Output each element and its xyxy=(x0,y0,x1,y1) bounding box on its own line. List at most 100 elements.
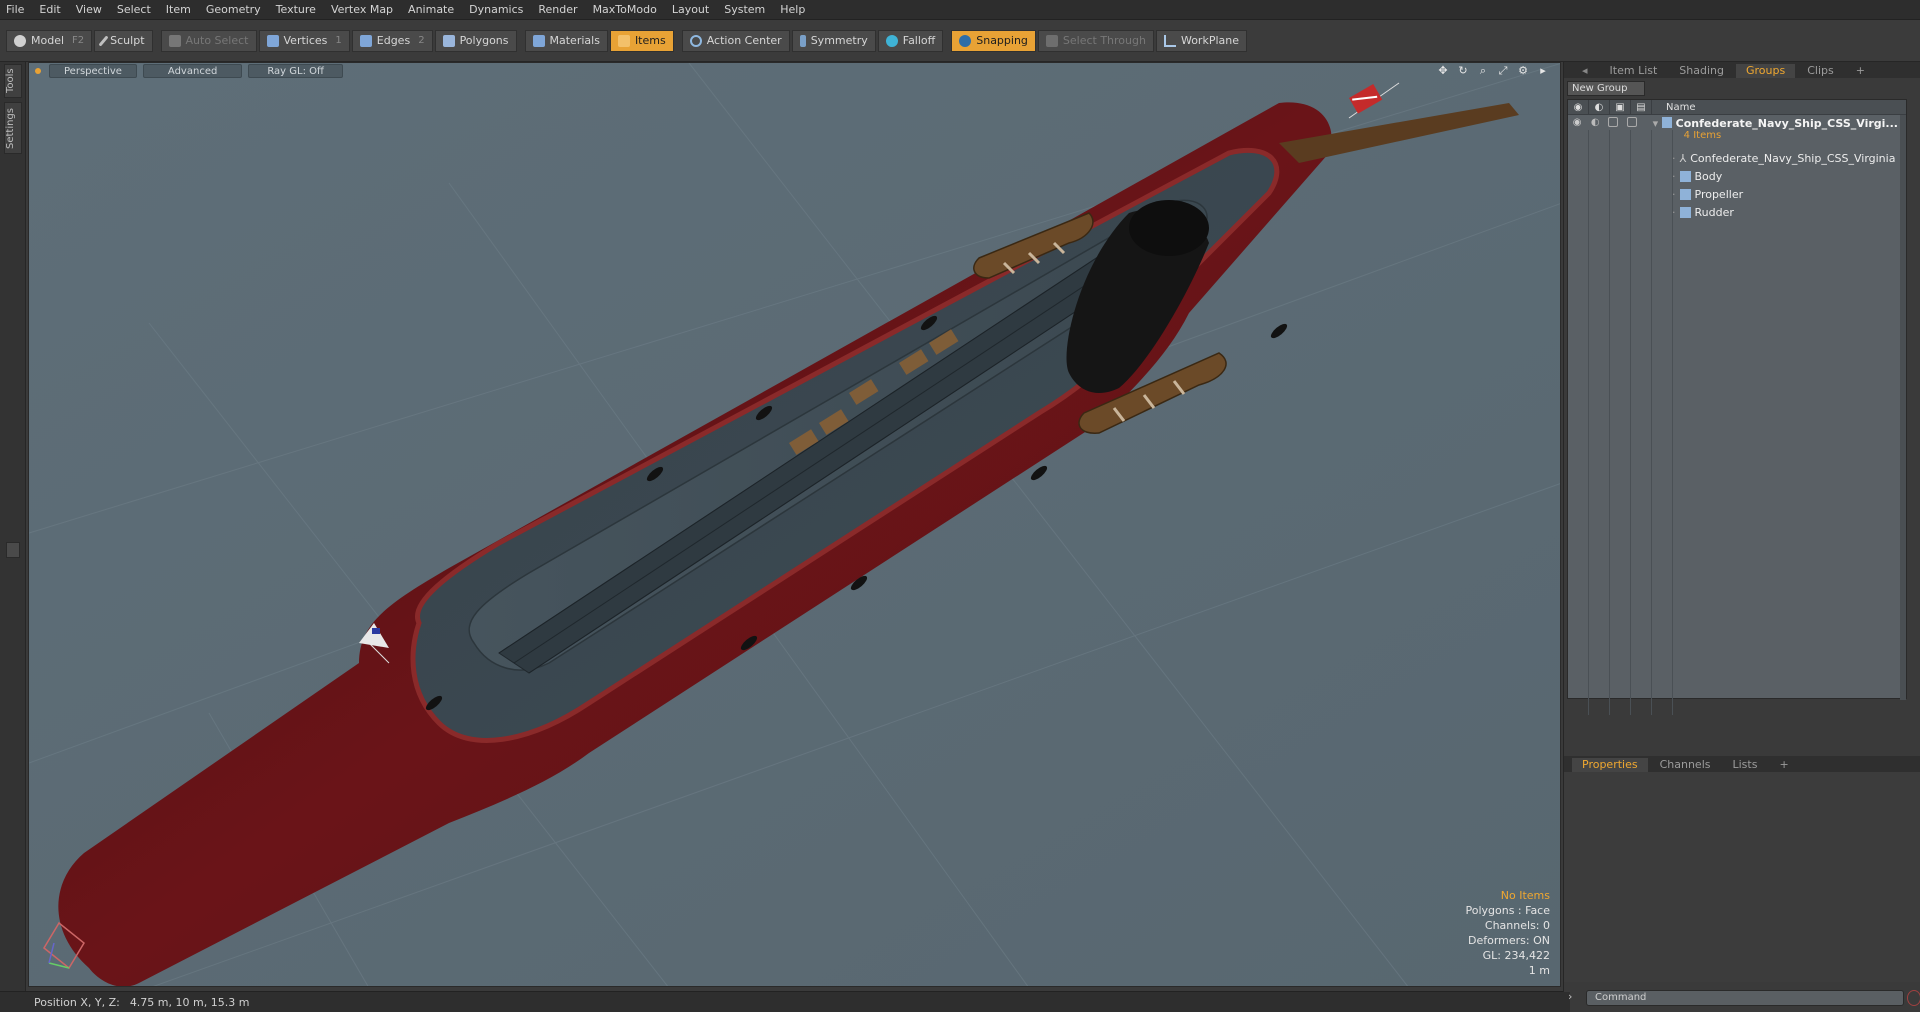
viewport-status-icon xyxy=(35,68,41,74)
materials-label: Materials xyxy=(549,34,600,47)
tab-groups[interactable]: Groups xyxy=(1735,64,1796,78)
panel-menu-arrow-icon[interactable]: ◂ xyxy=(1572,64,1598,78)
menu-render[interactable]: Render xyxy=(538,3,577,16)
tools-tab[interactable]: Tools xyxy=(4,64,22,98)
status-bar: Position X, Y, Z: 4.75 m, 10 m, 15.3 m xyxy=(0,991,1570,1012)
menu-layout[interactable]: Layout xyxy=(672,3,709,16)
settings-tab[interactable]: Settings xyxy=(4,102,22,154)
symmetry-button[interactable]: Symmetry xyxy=(791,29,876,52)
tab-lists[interactable]: Lists xyxy=(1723,758,1768,772)
auto-select-label: Auto Select xyxy=(185,34,249,47)
maximize-icon[interactable]: ⤢ xyxy=(1496,65,1510,77)
falloff-button[interactable]: Falloff xyxy=(877,29,944,52)
lock-column-icon[interactable]: ▣ xyxy=(1610,99,1631,115)
edges-button[interactable]: Edges 2 xyxy=(351,29,433,52)
pan-icon[interactable]: ✥ xyxy=(1436,65,1450,77)
hud-selection: No Items xyxy=(1500,889,1550,902)
menu-file[interactable]: File xyxy=(6,3,24,16)
tab-properties[interactable]: Properties xyxy=(1572,758,1648,772)
action-center-icon xyxy=(689,34,702,47)
polygons-button[interactable]: Polygons xyxy=(434,29,517,52)
select-through-button[interactable]: Select Through xyxy=(1037,29,1154,52)
menu-help[interactable]: Help xyxy=(780,3,805,16)
sculpt-label: Sculpt xyxy=(110,34,145,47)
workplane-button[interactable]: WorkPlane xyxy=(1155,29,1247,52)
sculpt-button[interactable]: Sculpt xyxy=(94,29,153,52)
view-type-dropdown[interactable]: Perspective xyxy=(49,64,137,78)
column-stripe xyxy=(1589,130,1610,715)
group-name: Confederate_Navy_Ship_CSS_Virgi... xyxy=(1675,117,1898,130)
visibility-column-icon[interactable]: ◉ xyxy=(1568,99,1589,115)
column-stripe xyxy=(1652,130,1673,715)
menu-item[interactable]: Item xyxy=(166,3,191,16)
snapping-button[interactable]: Snapping xyxy=(951,29,1036,52)
column-stripe xyxy=(1631,130,1652,715)
menu-animate[interactable]: Animate xyxy=(408,3,454,16)
group-visibility-icon[interactable]: ◉ xyxy=(1568,117,1586,128)
group-select-checkbox[interactable] xyxy=(1622,117,1640,127)
edges-key: 2 xyxy=(418,35,425,46)
strip-toggle-button[interactable] xyxy=(6,542,20,558)
group-lock-checkbox[interactable] xyxy=(1604,117,1622,127)
command-history-icon[interactable] xyxy=(1907,990,1920,1006)
menu-vertex-map[interactable]: Vertex Map xyxy=(331,3,393,16)
tab-shading[interactable]: Shading xyxy=(1669,64,1734,78)
action-center-label: Action Center xyxy=(706,34,782,47)
snapping-icon xyxy=(959,34,972,47)
group-render-icon[interactable]: ◐ xyxy=(1586,117,1604,128)
mesh-icon xyxy=(1679,206,1691,218)
vertices-button[interactable]: Vertices 1 xyxy=(258,29,350,52)
3d-viewport[interactable]: Perspective Advanced Ray GL: Off ✥ ↻ ⌕ ⤢… xyxy=(28,62,1561,987)
tab-channels[interactable]: Channels xyxy=(1650,758,1721,772)
tree-scrollbar[interactable] xyxy=(1900,115,1906,700)
viewport-settings-icon[interactable]: ⚙ xyxy=(1516,65,1530,77)
group-row[interactable]: ◉ ◐ ▾ Confederate_Navy_Ship_CSS_Virgi...… xyxy=(1568,115,1898,147)
raygl-dropdown[interactable]: Ray GL: Off xyxy=(248,64,343,78)
item-mode-group: Materials Items xyxy=(524,29,676,53)
rotate-icon[interactable]: ↻ xyxy=(1456,65,1470,77)
materials-button[interactable]: Materials xyxy=(524,29,608,52)
menu-view[interactable]: View xyxy=(76,3,102,16)
menu-dynamics[interactable]: Dynamics xyxy=(469,3,523,16)
add-tab-icon[interactable]: + xyxy=(1846,64,1875,78)
column-stripe xyxy=(1568,130,1589,715)
group-child-row[interactable]: · Body xyxy=(1672,167,1722,185)
menu-edit[interactable]: Edit xyxy=(39,3,60,16)
group-child-row[interactable]: · Propeller xyxy=(1672,185,1743,203)
group-icon xyxy=(1662,117,1672,128)
group-child-row[interactable]: · ⅄ Confederate_Navy_Ship_CSS_Virginia xyxy=(1672,149,1895,167)
select-through-icon xyxy=(1045,34,1058,47)
menu-system[interactable]: System xyxy=(724,3,765,16)
menu-geometry[interactable]: Geometry xyxy=(206,3,261,16)
shading-dropdown[interactable]: Advanced xyxy=(142,64,243,78)
viewport-nav-icons: ✥ ↻ ⌕ ⤢ ⚙ ▸ xyxy=(1430,65,1550,77)
name-column-header: Name xyxy=(1666,101,1696,113)
tab-item-list[interactable]: Item List xyxy=(1600,64,1668,78)
zoom-icon[interactable]: ⌕ xyxy=(1476,65,1490,77)
selection-mode-group: Auto Select Vertices 1 Edges 2 Polygons xyxy=(160,29,519,53)
viewport-menu-arrow-icon[interactable]: ▸ xyxy=(1536,65,1550,77)
menu-texture[interactable]: Texture xyxy=(276,3,316,16)
polygons-icon xyxy=(442,34,455,47)
menu-select[interactable]: Select xyxy=(117,3,151,16)
render-column-icon[interactable]: ◐ xyxy=(1589,99,1610,115)
tab-clips[interactable]: Clips xyxy=(1797,64,1844,78)
falloff-icon xyxy=(885,34,898,47)
child-branch-icon: · xyxy=(1672,187,1676,201)
group-collapse-icon[interactable]: ▾ xyxy=(1653,117,1659,130)
snap-group: Snapping Select Through WorkPlane xyxy=(951,29,1249,53)
select-column-icon[interactable]: ▤ xyxy=(1631,99,1652,115)
command-input[interactable]: Command xyxy=(1586,990,1904,1006)
action-center-button[interactable]: Action Center xyxy=(681,29,790,52)
model-button[interactable]: Model F2 xyxy=(6,29,93,52)
group-child-row[interactable]: · Rudder xyxy=(1672,203,1734,221)
items-button[interactable]: Items xyxy=(609,29,674,52)
auto-select-button[interactable]: Auto Select xyxy=(160,29,257,52)
add-properties-tab-icon[interactable]: + xyxy=(1769,758,1798,772)
select-checkbox-box xyxy=(1626,117,1637,127)
menu-maxtomodo[interactable]: MaxToModo xyxy=(593,3,657,16)
hud-scale: 1 m xyxy=(1528,964,1550,977)
symmetry-icon xyxy=(799,34,806,47)
new-group-button[interactable]: New Group xyxy=(1567,81,1645,96)
vertices-label: Vertices xyxy=(283,34,328,47)
